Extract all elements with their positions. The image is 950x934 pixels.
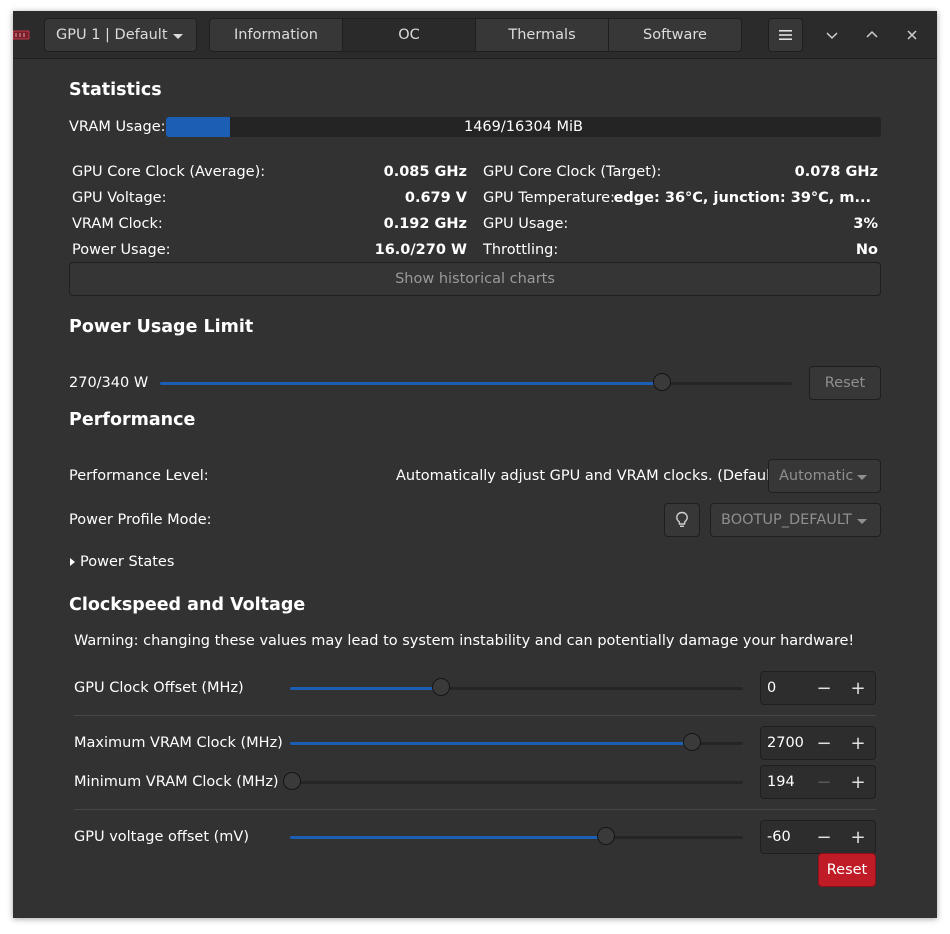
chevron-down-icon — [857, 519, 867, 524]
decrement-button[interactable]: − — [807, 672, 841, 704]
header-bar: GPU 1 | Default Information OC Thermals … — [13, 11, 937, 59]
power-limit-slider[interactable] — [160, 373, 792, 393]
performance-level-dropdown[interactable]: Automatic — [768, 459, 881, 493]
chevron-down-icon — [857, 475, 867, 480]
vram-usage-bar: 1469/16304 MiB — [166, 117, 881, 137]
main-menu-button[interactable] — [768, 18, 803, 52]
clocks-reset-button[interactable]: Reset — [818, 853, 876, 887]
gpu-clock-offset-spinbutton: 0 − + — [760, 671, 876, 705]
max-vram-clock-slider[interactable] — [290, 733, 743, 753]
slider-handle[interactable] — [431, 678, 450, 696]
gpu-voltage-offset-label: GPU voltage offset (mV) — [74, 829, 249, 845]
gpu-selector-label: GPU 1 | Default — [56, 27, 168, 43]
slider-handle[interactable] — [597, 827, 616, 845]
tab-thermals[interactable]: Thermals — [476, 19, 609, 51]
slider-handle[interactable] — [283, 772, 301, 790]
stat-value: 16.0/270 W — [374, 242, 467, 258]
stat-value: 0.085 GHz — [383, 164, 467, 180]
show-historical-charts-button[interactable]: Show historical charts — [69, 262, 881, 296]
performance-level-label: Performance Level: — [69, 468, 209, 484]
stat-label: GPU Core Clock (Target): — [483, 164, 662, 180]
min-vram-clock-spinbutton: 194 − + — [760, 765, 876, 799]
gpu-voltage-offset-input[interactable]: -60 — [761, 829, 807, 845]
decrement-button[interactable]: − — [807, 766, 841, 798]
stat-label: GPU Voltage: — [72, 190, 167, 206]
gpu-clock-offset-label: GPU Clock Offset (MHz) — [74, 680, 244, 696]
increment-button[interactable]: + — [841, 766, 875, 798]
app-logo-icon — [13, 30, 30, 40]
tab-oc[interactable]: OC — [343, 19, 476, 51]
close-icon — [907, 30, 917, 40]
separator — [74, 809, 876, 810]
max-vram-clock-input[interactable]: 2700 — [761, 735, 807, 751]
stability-warning: Warning: changing these values may lead … — [74, 633, 855, 649]
stat-label: Power Usage: — [72, 242, 171, 258]
power-profile-dropdown[interactable]: BOOTUP_DEFAULT — [710, 503, 881, 537]
separator — [74, 715, 876, 716]
tab-information[interactable]: Information — [210, 19, 343, 51]
increment-button[interactable]: + — [841, 821, 875, 853]
clockspeed-voltage-title: Clockspeed and Voltage — [69, 595, 306, 615]
stat-value: 0.078 GHz — [794, 164, 878, 180]
decrement-button[interactable]: − — [807, 821, 841, 853]
chevron-down-icon — [826, 32, 838, 40]
increment-button[interactable]: + — [841, 672, 875, 704]
gpu-selector-dropdown[interactable]: GPU 1 | Default — [44, 18, 197, 52]
power-limit-title: Power Usage Limit — [69, 317, 254, 337]
minimize-button[interactable] — [822, 25, 842, 45]
min-vram-clock-slider[interactable] — [283, 772, 743, 792]
decrement-button[interactable]: − — [807, 727, 841, 759]
power-profile-label: Power Profile Mode: — [69, 512, 212, 528]
oc-page: Statistics VRAM Usage: 1469/16304 MiB GP… — [13, 59, 937, 918]
close-button[interactable] — [902, 25, 922, 45]
stat-value: edge: 36°C, junction: 39°C, m... — [613, 190, 871, 206]
hamburger-menu-icon — [778, 30, 792, 40]
vram-usage-label: VRAM Usage: — [69, 119, 166, 135]
slider-handle[interactable] — [682, 733, 701, 751]
stat-label: GPU Core Clock (Average): — [72, 164, 266, 180]
stat-label: VRAM Clock: — [72, 216, 163, 232]
min-vram-clock-input[interactable]: 194 — [761, 774, 807, 790]
statistics-title: Statistics — [69, 80, 162, 100]
tab-bar: Information OC Thermals Software — [209, 18, 742, 52]
stat-label: GPU Temperature: — [483, 190, 615, 206]
performance-level-value: Automatic — [779, 468, 854, 484]
chevron-down-icon — [173, 34, 183, 39]
power-limit-reset-button[interactable]: Reset — [809, 366, 881, 400]
stat-value: No — [855, 242, 878, 258]
gpu-voltage-offset-spinbutton: -60 − + — [760, 820, 876, 854]
gpu-clock-offset-input[interactable]: 0 — [761, 680, 807, 696]
min-vram-clock-label: Minimum VRAM Clock (MHz) — [74, 774, 279, 790]
power-limit-value: 270/340 W — [69, 375, 149, 391]
stat-value: 3% — [853, 216, 878, 232]
app-window: GPU 1 | Default Information OC Thermals … — [13, 11, 937, 918]
tab-software[interactable]: Software — [609, 19, 741, 51]
vram-usage-text: 1469/16304 MiB — [463, 119, 583, 135]
gpu-voltage-offset-slider[interactable] — [290, 827, 743, 847]
max-vram-clock-label: Maximum VRAM Clock (MHz) — [74, 735, 283, 751]
stat-value: 0.192 GHz — [383, 216, 467, 232]
slider-handle[interactable] — [652, 373, 671, 391]
increment-button[interactable]: + — [841, 727, 875, 759]
expander-arrow-icon — [70, 558, 75, 566]
lightbulb-icon — [676, 511, 688, 528]
power-profile-value: BOOTUP_DEFAULT — [721, 512, 852, 528]
stat-label: Throttling: — [483, 242, 559, 258]
stat-value: 0.679 V — [404, 190, 467, 206]
chevron-up-icon — [866, 30, 878, 38]
power-profile-info-button[interactable] — [664, 503, 700, 537]
performance-title: Performance — [69, 410, 196, 430]
power-states-expander[interactable]: Power States — [80, 554, 174, 570]
maximize-button[interactable] — [862, 25, 882, 45]
performance-level-description: Automatically adjust GPU and VRAM clocks… — [396, 468, 782, 484]
max-vram-clock-spinbutton: 2700 − + — [760, 726, 876, 760]
stat-label: GPU Usage: — [483, 216, 569, 232]
gpu-clock-offset-slider[interactable] — [290, 678, 743, 698]
